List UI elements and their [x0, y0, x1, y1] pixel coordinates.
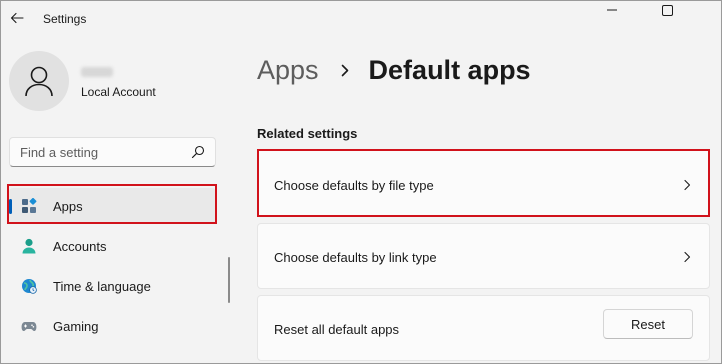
page-title: Default apps [368, 54, 531, 85]
user-name: jabin [81, 67, 113, 77]
sidebar-item-label: Time & language [53, 279, 151, 294]
breadcrumb-parent[interactable]: Apps [257, 55, 319, 86]
chevron-right-icon [684, 179, 691, 191]
user-icon [25, 66, 53, 97]
card-label: Reset all default apps [274, 322, 400, 337]
card-label: Choose defaults by link type [274, 250, 437, 265]
back-arrow-icon [10, 12, 24, 24]
chevron-right-icon [684, 251, 691, 263]
section-title: Related settings [257, 126, 358, 141]
maximize-button[interactable] [644, 1, 690, 19]
sidebar-item-gaming[interactable]: Gaming [9, 308, 216, 344]
minimize-button[interactable] [589, 1, 635, 19]
reset-default-apps-card: Reset all default apps Reset [257, 295, 710, 361]
card-label: Choose defaults by file type [274, 178, 434, 193]
title-bar: Settings [1, 1, 721, 37]
avatar[interactable] [9, 51, 69, 111]
sidebar-item-label: Gaming [53, 319, 99, 334]
back-button[interactable] [7, 8, 27, 28]
reset-button[interactable]: Reset [603, 309, 693, 339]
breadcrumb-separator [335, 60, 355, 80]
search-input[interactable] [20, 144, 180, 161]
sidebar-scrollbar[interactable] [228, 257, 230, 303]
settings-window: Settings jabin Local Account [0, 0, 722, 364]
time-language-icon [22, 279, 37, 294]
accounts-icon [22, 238, 36, 254]
search-icon [191, 145, 205, 159]
chevron-right-icon [341, 64, 348, 76]
sidebar-item-label: Accounts [53, 239, 107, 254]
choose-defaults-link-type[interactable]: Choose defaults by link type [257, 223, 710, 289]
sidebar-item-time-language[interactable]: Time & language [9, 268, 216, 304]
sidebar-item-accounts[interactable]: Accounts [9, 228, 216, 264]
gaming-icon [21, 322, 37, 331]
app-title: Settings [43, 12, 87, 26]
search-box[interactable] [9, 137, 216, 167]
breadcrumb: Apps Default apps [257, 53, 531, 87]
account-type: Local Account [81, 85, 156, 99]
maximize-icon [661, 4, 673, 16]
choose-defaults-file-type[interactable]: Choose defaults by file type [257, 149, 710, 217]
minimize-icon [607, 9, 617, 11]
highlight-box-apps [7, 184, 217, 224]
